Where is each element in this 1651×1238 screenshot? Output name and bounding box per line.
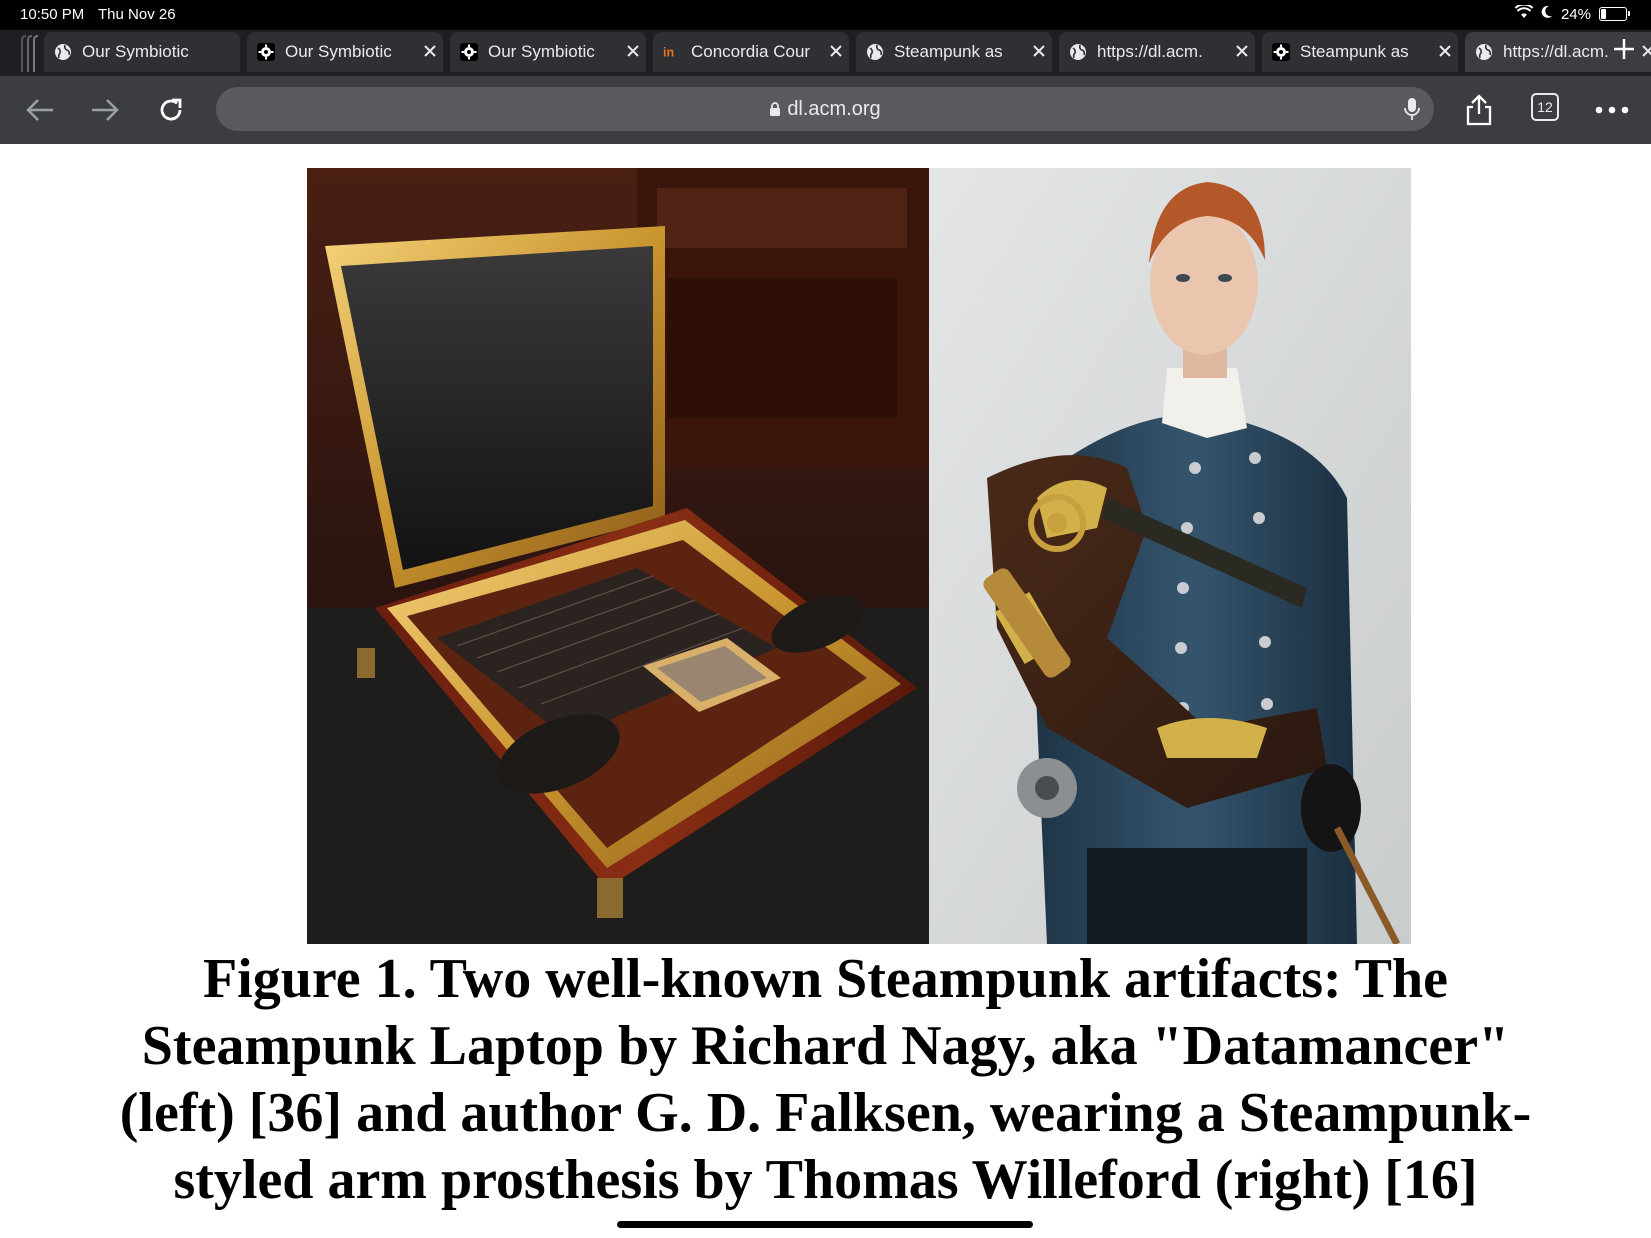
tab-3[interactable]: Our Symbiotic [450, 32, 646, 72]
plus-icon [1614, 39, 1634, 59]
tab-switcher-button[interactable]: 12 [1531, 93, 1559, 121]
lock-icon [769, 101, 781, 117]
tab-6[interactable]: https://dl.acm. [1059, 32, 1255, 72]
gear-badge-icon [257, 43, 275, 61]
gear-badge-icon [1272, 43, 1290, 61]
status-right: 24% [1514, 3, 1630, 23]
tab-title: Our Symbiotic [285, 42, 392, 61]
tab-5[interactable]: Steampunk as [856, 32, 1052, 72]
globe-icon [1069, 43, 1087, 61]
close-tab-icon[interactable] [1229, 41, 1255, 64]
close-tab-icon[interactable] [1432, 41, 1458, 64]
address-bar[interactable]: dl.acm.org [216, 87, 1434, 131]
tab-7[interactable]: Steampunk as [1262, 32, 1458, 72]
steampunk-laptop-photo [307, 168, 929, 944]
new-tab-button[interactable] [1611, 36, 1637, 68]
share-icon [1466, 94, 1492, 126]
close-tab-icon[interactable] [620, 41, 646, 64]
svg-text:in: in [663, 46, 674, 60]
url-text: dl.acm.org [787, 97, 881, 120]
tab-title: Concordia Cour [691, 42, 811, 61]
battery-icon [1599, 7, 1630, 21]
tab-1[interactable]: Our Symbiotic [44, 32, 240, 72]
wifi-icon [1514, 3, 1534, 23]
tab-4[interactable]: in Concordia Cour [653, 32, 849, 72]
reload-icon [160, 98, 182, 121]
microphone-icon [1404, 98, 1420, 120]
figure-image [307, 168, 1411, 944]
tab-title: Our Symbiotic [488, 42, 595, 61]
back-button[interactable] [22, 92, 58, 128]
tab-title: Steampunk as [1300, 42, 1409, 61]
close-tab-icon[interactable] [1635, 41, 1651, 64]
status-date: Thu Nov 26 [98, 6, 176, 23]
steampunk-arm-prosthesis-photo [929, 168, 1411, 944]
arrow-left-icon [26, 99, 53, 121]
in-logo-icon: in [663, 43, 681, 61]
share-button[interactable] [1461, 92, 1497, 128]
tab-title: Steampunk as [894, 42, 1003, 61]
battery-percent: 24% [1560, 5, 1591, 23]
toolbar: dl.acm.org 12 [0, 76, 1651, 144]
more-menu-button[interactable] [1594, 92, 1630, 128]
globe-icon [866, 43, 884, 61]
status-time: 10:50 PM [20, 6, 85, 23]
tab-title: Our Symbiotic [82, 42, 189, 61]
more-dots-icon [1595, 106, 1629, 114]
moon-icon [1541, 5, 1553, 23]
close-tab-icon[interactable] [1026, 41, 1052, 64]
globe-icon [54, 43, 72, 61]
home-indicator[interactable] [617, 1221, 1033, 1228]
status-bar: 10:50 PM Thu Nov 26 24% [0, 0, 1651, 30]
figure-caption: Figure 1. Two well-known Steampunk artif… [119, 948, 1532, 1211]
tab-2[interactable]: Our Symbiotic [247, 32, 443, 72]
tab-title: https://dl.acm. [1097, 42, 1203, 61]
globe-icon [1475, 43, 1493, 61]
close-tab-icon[interactable] [417, 41, 443, 64]
stacked-tabs-edge [21, 35, 39, 72]
gear-badge-icon [460, 43, 478, 61]
close-tab-icon[interactable] [823, 41, 849, 64]
microphone-button[interactable] [1404, 97, 1420, 127]
forward-button[interactable] [87, 92, 123, 128]
arrow-right-icon [92, 99, 119, 121]
battery-fill [1601, 9, 1606, 19]
reload-button[interactable] [153, 92, 189, 128]
